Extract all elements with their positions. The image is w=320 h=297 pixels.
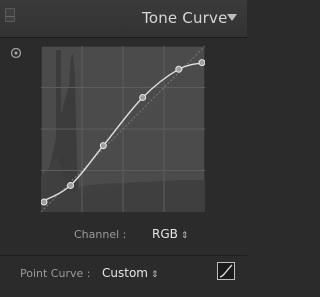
edit-point-curve-icon[interactable]	[217, 262, 235, 280]
channel-select[interactable]: RGB ⇕	[152, 227, 188, 241]
tone-curve-graph[interactable]	[41, 46, 205, 212]
curve-control-point[interactable]	[139, 93, 147, 101]
channel-label: Channel :	[74, 228, 127, 241]
disclosure-triangle-icon[interactable]	[227, 14, 237, 21]
curve-control-point[interactable]	[175, 65, 183, 73]
curve-control-point[interactable]	[198, 59, 205, 67]
panel-header[interactable]: Tone Curve	[0, 0, 247, 38]
footer-divider	[0, 255, 247, 256]
panel-title: Tone Curve	[142, 9, 228, 27]
point-curve-stepper-icon: ⇕	[150, 270, 159, 280]
point-curve-select[interactable]: Custom ⇕	[102, 266, 159, 280]
point-curve-label: Point Curve :	[20, 267, 91, 280]
targeted-adjustment-icon[interactable]	[10, 47, 22, 59]
collapse-handle-icon[interactable]	[5, 8, 15, 22]
curve-control-point[interactable]	[41, 198, 48, 206]
channel-stepper-icon: ⇕	[180, 231, 189, 241]
curve-control-point[interactable]	[67, 181, 75, 189]
curve-control-point[interactable]	[99, 142, 107, 150]
